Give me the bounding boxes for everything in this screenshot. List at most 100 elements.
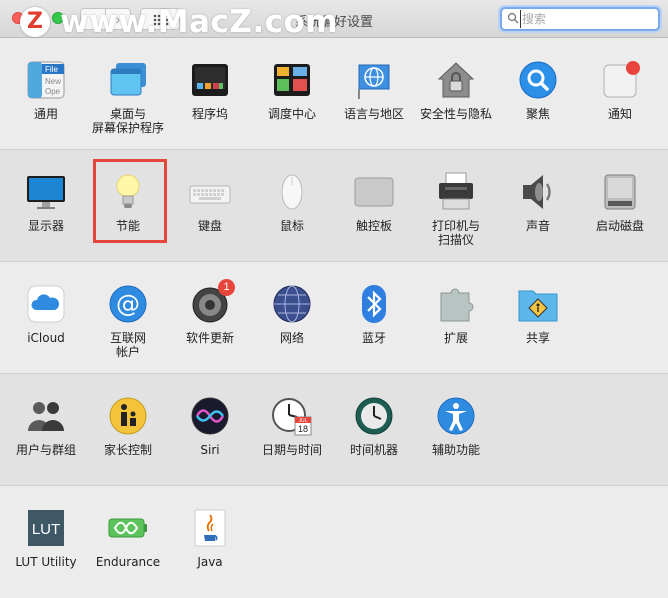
pane-startup-disk[interactable]: 启动磁盘 (579, 171, 661, 233)
search-input[interactable] (520, 10, 650, 28)
pane-internet-accounts[interactable]: @ 互联网 帐户 (87, 283, 169, 359)
lut-icon-text: LUT (32, 521, 60, 538)
pane-label: 屏幕保护程序 (91, 121, 164, 135)
battery-icon (107, 507, 149, 549)
pane-security-privacy[interactable]: 安全性与隐私 (415, 59, 497, 121)
pane-label: 通知 (607, 107, 632, 121)
pane-siri[interactable]: Siri (169, 395, 251, 457)
pane-displays[interactable]: 显示器 (5, 171, 87, 233)
pane-icloud[interactable]: iCloud (5, 283, 87, 345)
pane-keyboard[interactable]: 键盘 (169, 171, 251, 233)
globe-flag-icon (353, 59, 395, 101)
pane-java[interactable]: Java (169, 507, 251, 569)
pane-energy-saver[interactable]: 节能 (87, 171, 169, 233)
pane-mouse[interactable]: 鼠标 (251, 171, 333, 233)
pane-general[interactable]: File New Ope 通用 (5, 59, 87, 121)
pane-mission-control[interactable]: 调度中心 (251, 59, 333, 121)
pane-label: 节能 (115, 219, 140, 233)
pane-label: 调度中心 (267, 107, 316, 121)
time-machine-icon (353, 395, 395, 437)
pane-label: 扫描仪 (437, 233, 474, 247)
spotlight-icon (517, 59, 559, 101)
pane-label: 触控板 (355, 219, 392, 233)
pane-language-region[interactable]: 语言与地区 (333, 59, 415, 121)
notifications-icon (599, 59, 641, 101)
pane-label: 安全性与隐私 (419, 107, 492, 121)
pane-label: iCloud (27, 331, 65, 345)
calendar-day: 18 (298, 424, 308, 434)
pane-label: Endurance (95, 555, 161, 569)
pane-time-machine[interactable]: 时间机器 (333, 395, 415, 457)
pane-label: 打印机与 (431, 219, 480, 233)
pane-label: 显示器 (27, 219, 64, 233)
pane-label: 扩展 (443, 331, 468, 345)
lut-icon: LUT (25, 507, 67, 549)
pane-dock[interactable]: 程序坞 (169, 59, 251, 121)
siri-icon (189, 395, 231, 437)
pane-label: 键盘 (197, 219, 222, 233)
pane-lut-utility[interactable]: LUT LUT Utility (5, 507, 87, 569)
keyboard-icon (189, 171, 231, 213)
svg-text:@: @ (116, 290, 140, 318)
parental-icon (107, 395, 149, 437)
pane-label: LUT Utility (15, 555, 77, 569)
watermark-logo: Z (20, 7, 50, 37)
pane-label: 共享 (525, 331, 550, 345)
pane-desktop-screensaver[interactable]: 桌面与 屏幕保护程序 (87, 59, 169, 135)
disk-icon (599, 171, 641, 213)
pane-label: 帐户 (115, 345, 140, 359)
icloud-icon (25, 283, 67, 325)
pane-label: Java (197, 555, 223, 569)
sharing-folder-icon (517, 283, 559, 325)
pane-notifications[interactable]: 通知 (579, 59, 661, 121)
pane-label: 用户与群组 (15, 443, 76, 457)
pane-label: 互联网 (109, 331, 146, 345)
pane-accessibility[interactable]: 辅助功能 (415, 395, 497, 457)
pane-bluetooth[interactable]: 蓝牙 (333, 283, 415, 345)
trackpad-icon (353, 171, 395, 213)
pane-label: 辅助功能 (431, 443, 480, 457)
house-lock-icon (435, 59, 477, 101)
java-icon (189, 507, 231, 549)
display-icon (25, 171, 67, 213)
watermark-text: www.MacZ.com (60, 4, 339, 40)
pane-printers-scanners[interactable]: 打印机与 扫描仪 (415, 171, 497, 247)
network-globe-icon (271, 283, 313, 325)
pane-label: 启动磁盘 (595, 219, 644, 233)
at-icon: @ (107, 283, 149, 325)
pane-label: 软件更新 (185, 331, 234, 345)
pane-label: 时间机器 (349, 443, 398, 457)
speaker-icon (517, 171, 559, 213)
clock-calendar-icon: JUL 18 (271, 395, 313, 437)
accessibility-icon (435, 395, 477, 437)
gear-update-icon: 1 (189, 279, 235, 325)
pane-sound[interactable]: 声音 (497, 171, 579, 233)
mission-control-icon (271, 59, 313, 101)
pane-trackpad[interactable]: 触控板 (333, 171, 415, 233)
pane-label: 鼠标 (279, 219, 304, 233)
search-icon (507, 12, 519, 24)
general-icon-text: New (45, 77, 61, 86)
pane-date-time[interactable]: JUL 18 日期与时间 (251, 395, 333, 457)
pane-label: 家长控制 (103, 443, 152, 457)
update-badge: 1 (218, 279, 235, 296)
pane-spotlight[interactable]: 聚焦 (497, 59, 579, 121)
pane-label: 桌面与 (109, 107, 146, 121)
pane-parental-controls[interactable]: 家长控制 (87, 395, 169, 457)
watermark: Z www.MacZ.com (20, 4, 339, 40)
pane-sharing[interactable]: 共享 (497, 283, 579, 345)
search-field[interactable] (500, 7, 660, 31)
pane-label: 聚焦 (525, 107, 550, 121)
pane-users-groups[interactable]: 用户与群组 (5, 395, 87, 457)
pane-extensions[interactable]: 扩展 (415, 283, 497, 345)
pane-network[interactable]: 网络 (251, 283, 333, 345)
pane-software-update[interactable]: 1 软件更新 (169, 279, 251, 345)
general-icon: File New Ope (25, 59, 67, 101)
pane-label: 网络 (279, 331, 304, 345)
general-icon-text: Ope (45, 87, 61, 96)
pane-endurance[interactable]: Endurance (87, 507, 169, 569)
lightbulb-icon (107, 171, 149, 213)
desktop-icon (107, 59, 149, 101)
pane-label: 声音 (525, 219, 550, 233)
puzzle-icon (435, 283, 477, 325)
